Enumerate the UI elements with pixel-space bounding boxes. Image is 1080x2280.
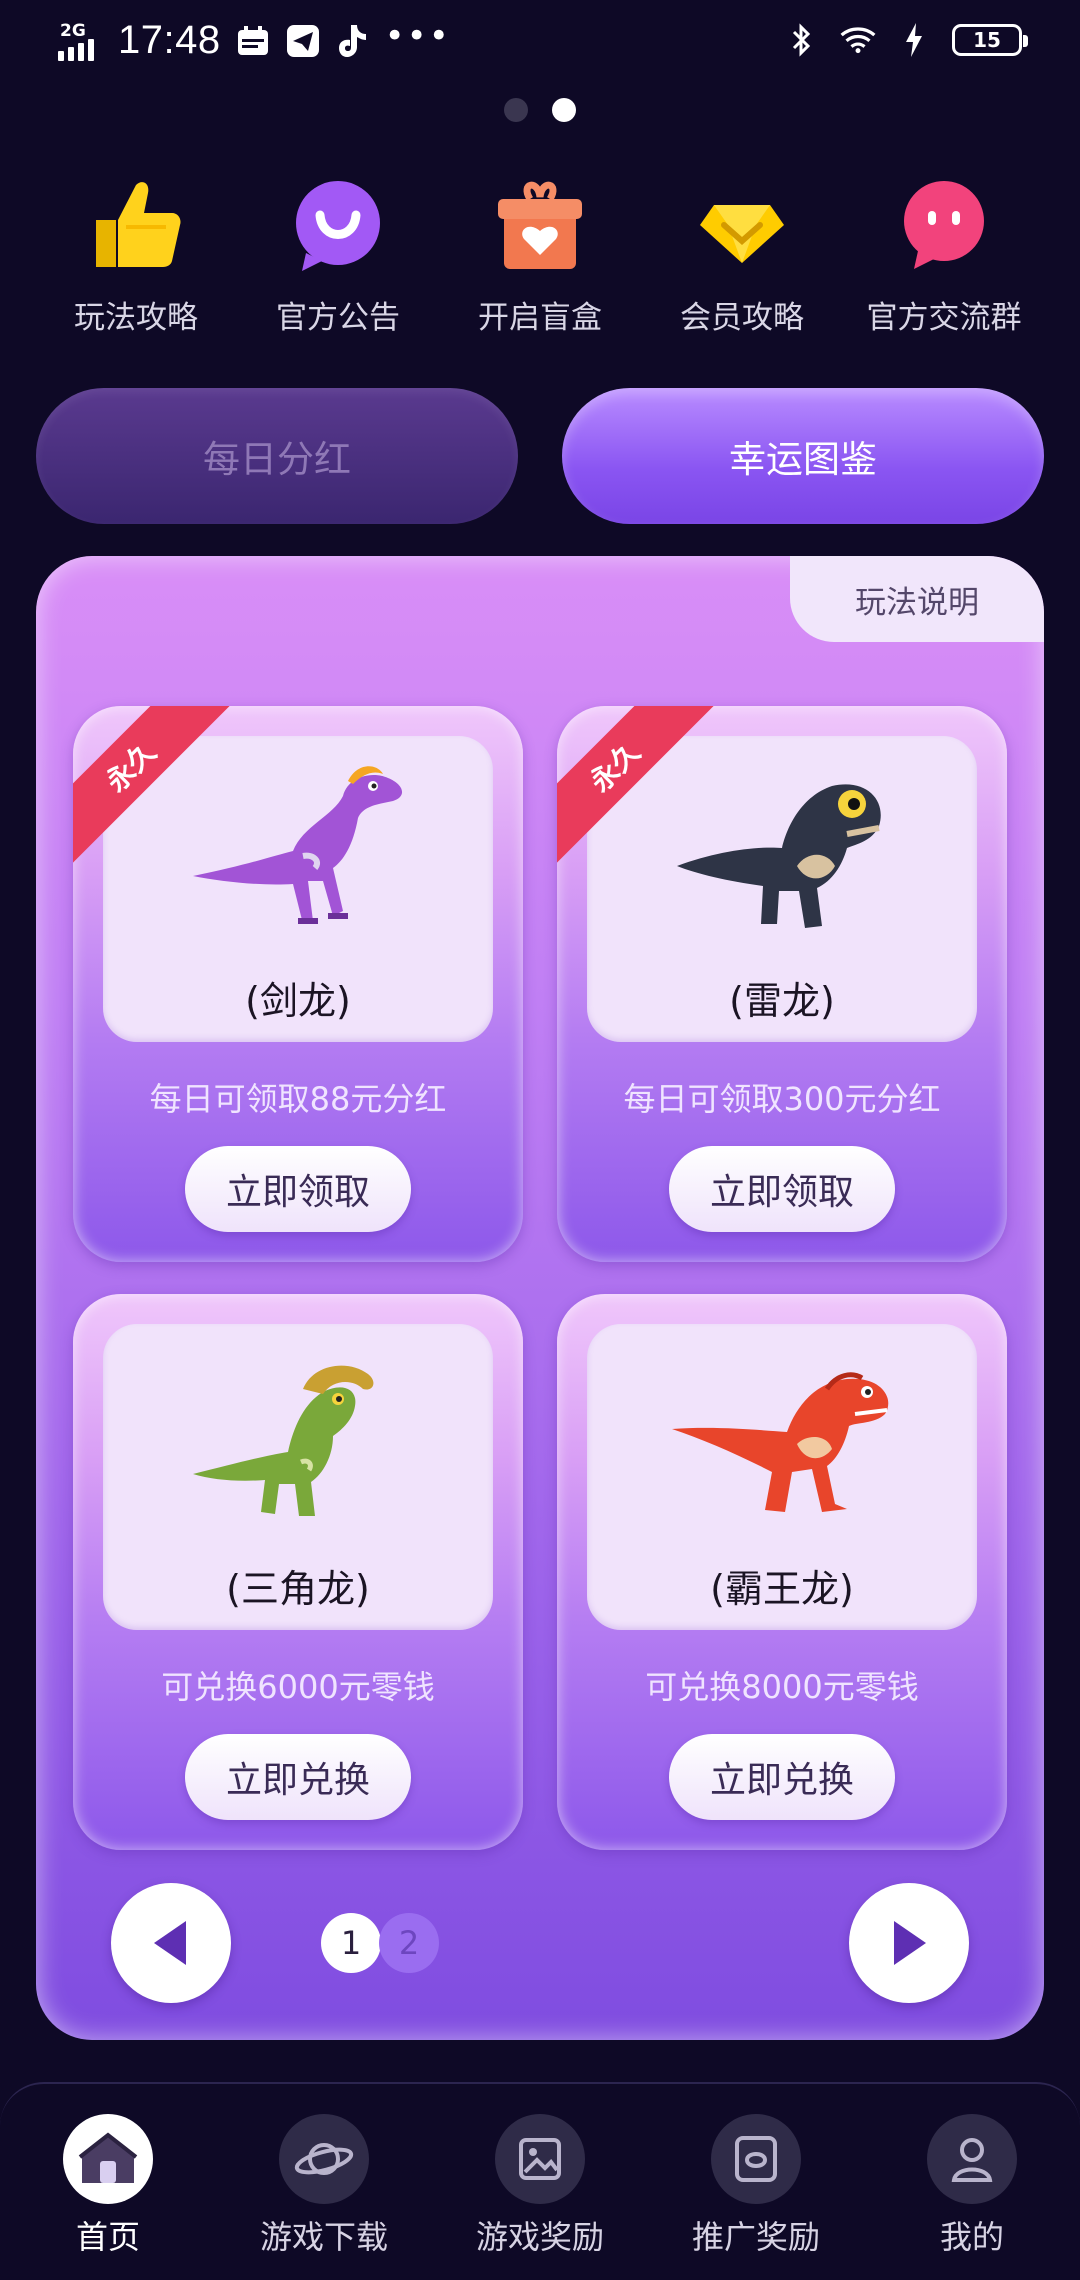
thumbs-up-icon — [81, 170, 191, 280]
gameplay-help-button[interactable]: 玩法说明 — [790, 556, 1044, 642]
carousel-indicator — [0, 98, 1080, 122]
nav-game-rewards[interactable]: 游戏奖励 — [445, 2114, 635, 2280]
dino-reward-text: 可兑换8000元零钱 — [645, 1668, 919, 1706]
nav-label: 游戏奖励 — [475, 2218, 604, 2256]
segment-tabs: 每日分红 幸运图鉴 — [36, 388, 1044, 524]
dino-art-frame: (三角龙) — [103, 1324, 493, 1630]
nav-promotion-rewards[interactable]: 推广奖励 — [661, 2114, 851, 2280]
carousel-dot-active[interactable] — [552, 98, 576, 122]
shortcut-label: 开启盲盒 — [478, 300, 602, 336]
carousel-dot[interactable] — [504, 98, 528, 122]
catalog-panel: 玩法说明 (剑龙) 永久 每日可领取88元分红 立即领取 (雷龙) 永久 每日可… — [36, 556, 1044, 2040]
dino-art-frame: (剑龙) — [103, 736, 493, 1042]
wifi-icon — [840, 22, 876, 58]
smile-bubble-icon — [283, 170, 393, 280]
nav-label: 我的 — [939, 2218, 1004, 2256]
shortcut-label: 会员攻略 — [680, 300, 804, 336]
telegram-icon — [285, 23, 321, 59]
dino-art-frame: (霸王龙) — [587, 1324, 977, 1630]
previous-page-button[interactable] — [111, 1883, 231, 2003]
page-number-current[interactable]: 1 — [321, 1913, 381, 1973]
planet-icon — [279, 2114, 369, 2204]
diamond-icon — [687, 170, 797, 280]
nav-label: 推广奖励 — [691, 2218, 820, 2256]
dino-reward-text: 每日可领取88元分红 — [149, 1080, 447, 1118]
t-rex-red-image — [672, 1372, 889, 1512]
pagination: 1 2 — [36, 1883, 1044, 2003]
dino-card: (雷龙) 永久 每日可领取300元分红 立即领取 — [557, 706, 1007, 1262]
dino-name: (三角龙) — [226, 1567, 370, 1611]
raptor-purple-image — [193, 766, 403, 924]
nav-label: 首页 — [75, 2218, 140, 2256]
arrow-left-icon — [154, 1921, 186, 1965]
exchange-button[interactable]: 立即兑换 — [185, 1734, 411, 1820]
nav-game-download[interactable]: 游戏下载 — [229, 2114, 419, 2280]
next-page-button[interactable] — [849, 1883, 969, 2003]
shortcut-label: 官方公告 — [276, 300, 400, 336]
tiktok-icon — [335, 23, 371, 59]
shortcut-label: 玩法攻略 — [74, 300, 198, 336]
bluetooth-icon — [784, 22, 820, 58]
status-bar: 2G 17:48 ••• 15 — [0, 0, 1080, 90]
claim-button[interactable]: 立即领取 — [669, 1146, 895, 1232]
shortcut-open-blind-box[interactable]: 开启盲盒 — [440, 170, 640, 337]
exchange-button[interactable]: 立即兑换 — [669, 1734, 895, 1820]
nav-label: 游戏下载 — [259, 2218, 388, 2256]
claim-button[interactable]: 立即领取 — [185, 1146, 411, 1232]
network-type-label: 2G — [60, 20, 86, 41]
battery-indicator: 15 — [952, 24, 1028, 56]
shortcut-row: 玩法攻略 官方公告 开启盲盒 会员攻略 官方交流群 — [36, 170, 1044, 337]
dino-name: (剑龙) — [245, 979, 351, 1023]
dino-card: (霸王龙) 可兑换8000元零钱 立即兑换 — [557, 1294, 1007, 1850]
nav-mine[interactable]: 我的 — [877, 2114, 1067, 2280]
more-notifications-icon: ••• — [384, 15, 451, 56]
dino-name: (霸王龙) — [710, 1567, 854, 1611]
gift-box-icon — [485, 170, 595, 280]
tab-lucky-catalog[interactable]: 幸运图鉴 — [562, 388, 1044, 524]
calendar-icon — [235, 23, 271, 59]
battery-level: 15 — [973, 28, 1001, 52]
dino-art-frame: (雷龙) — [587, 736, 977, 1042]
shortcut-official-group[interactable]: 官方交流群 — [844, 170, 1044, 337]
dino-green-image — [193, 1365, 374, 1516]
tab-daily-dividend[interactable]: 每日分红 — [36, 388, 518, 524]
image-icon — [495, 2114, 585, 2204]
bottom-navigation: 首页 游戏下载 游戏奖励 推广奖励 我的 — [0, 2082, 1080, 2280]
clock: 17:48 — [118, 18, 221, 62]
shortcut-member-guide[interactable]: 会员攻略 — [642, 170, 842, 337]
shortcut-official-notice[interactable]: 官方公告 — [238, 170, 438, 337]
dino-card: (三角龙) 可兑换6000元零钱 立即兑换 — [73, 1294, 523, 1850]
nav-home[interactable]: 首页 — [13, 2114, 203, 2280]
chat-face-icon — [889, 170, 999, 280]
user-icon — [927, 2114, 1017, 2204]
home-icon — [63, 2114, 153, 2204]
page-number[interactable]: 2 — [379, 1913, 439, 1973]
dino-reward-text: 每日可领取300元分红 — [623, 1080, 941, 1118]
charging-icon — [896, 22, 932, 58]
signal-icon: 2G — [58, 21, 104, 61]
shortcut-gameplay-guide[interactable]: 玩法攻略 — [36, 170, 236, 337]
arrow-right-icon — [894, 1921, 926, 1965]
dino-name: (雷龙) — [729, 979, 835, 1023]
shortcut-label: 官方交流群 — [866, 300, 1022, 336]
share-card-icon — [711, 2114, 801, 2204]
dino-dark-image — [677, 784, 881, 928]
dino-card: (剑龙) 永久 每日可领取88元分红 立即领取 — [73, 706, 523, 1262]
dino-reward-text: 可兑换6000元零钱 — [161, 1668, 435, 1706]
